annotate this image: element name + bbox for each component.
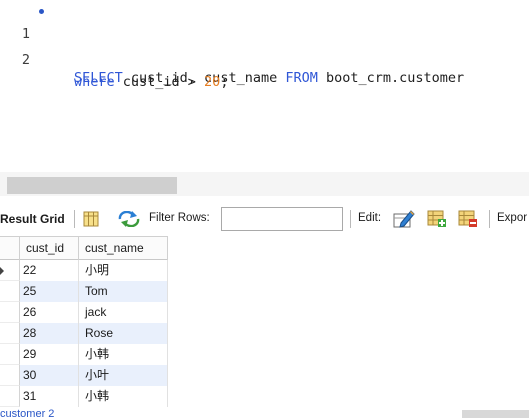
result-tab-control[interactable] xyxy=(462,410,529,418)
row-header-corner xyxy=(0,237,20,260)
row-selector[interactable] xyxy=(0,386,20,407)
cell-cust-id[interactable]: 28 xyxy=(20,323,79,344)
row-selector[interactable] xyxy=(0,302,20,323)
grid-layout-icon[interactable] xyxy=(83,211,99,227)
cell-cust-id[interactable]: 31 xyxy=(20,386,79,407)
cell-cust-id[interactable]: 26 xyxy=(20,302,79,323)
filter-rows-input[interactable] xyxy=(221,207,343,231)
table-row[interactable]: 26 jack xyxy=(0,302,168,323)
result-tab-bar: customer 2 xyxy=(0,409,529,418)
code-line[interactable]: 2 where cust_id > 20; xyxy=(0,27,529,90)
cell-cust-name[interactable]: Tom xyxy=(79,281,168,302)
grid-header: cust_id cust_name xyxy=(0,236,168,260)
column-header-cust-name[interactable]: cust_name xyxy=(79,237,168,260)
line-number: 2 xyxy=(21,52,30,68)
column-header-cust-id[interactable]: cust_id xyxy=(20,237,79,260)
table-row[interactable]: 28 Rose xyxy=(0,323,168,344)
table-row[interactable]: 22 小明 xyxy=(0,260,168,281)
table-row[interactable]: 25 Tom xyxy=(0,281,168,302)
sql-editor[interactable]: 1 SELECT cust_id, cust_name FROM boot_cr… xyxy=(0,0,529,172)
table-row[interactable]: 30 小叶 xyxy=(0,365,168,386)
cell-cust-name[interactable]: Rose xyxy=(79,323,168,344)
cell-cust-id[interactable]: 29 xyxy=(20,344,79,365)
cell-cust-name[interactable]: 小明 xyxy=(79,260,168,281)
toolbar-divider xyxy=(489,210,490,228)
export-label[interactable]: Expor xyxy=(497,212,527,224)
result-toolbar: Result Grid Filter Rows: Edit: Expor xyxy=(0,201,529,236)
toolbar-divider xyxy=(74,210,75,228)
row-selector[interactable] xyxy=(0,344,20,365)
row-selector[interactable] xyxy=(0,281,20,302)
refresh-icon[interactable] xyxy=(117,210,141,228)
toolbar-divider xyxy=(350,210,351,228)
scrollbar-thumb[interactable] xyxy=(7,177,177,194)
table-row[interactable]: 31 小韩 xyxy=(0,386,168,407)
cell-cust-name[interactable]: 小韩 xyxy=(79,386,168,407)
row-selector[interactable] xyxy=(0,323,20,344)
add-row-icon[interactable] xyxy=(427,210,447,228)
table-row[interactable]: 29 小韩 xyxy=(0,344,168,365)
current-row-marker-icon xyxy=(0,267,4,275)
edit-cell-icon[interactable] xyxy=(393,209,415,229)
result-tab-label[interactable]: customer 2 xyxy=(0,409,54,418)
code-line[interactable]: 1 SELECT cust_id, cust_name FROM boot_cr… xyxy=(0,1,529,86)
result-grid-tab[interactable]: Result Grid xyxy=(0,212,65,226)
cell-cust-id[interactable]: 25 xyxy=(20,281,79,302)
delete-row-icon[interactable] xyxy=(458,210,478,228)
cell-cust-id[interactable]: 30 xyxy=(20,365,79,386)
code-text[interactable]: where cust_id > 20; xyxy=(74,71,228,93)
execute-marker-icon[interactable] xyxy=(39,9,44,14)
row-selector[interactable] xyxy=(0,260,20,281)
cell-cust-id[interactable]: 22 xyxy=(20,260,79,281)
cell-cust-name[interactable]: 小叶 xyxy=(79,365,168,386)
cell-cust-name[interactable]: jack xyxy=(79,302,168,323)
cell-cust-name[interactable]: 小韩 xyxy=(79,344,168,365)
filter-rows-label: Filter Rows: xyxy=(149,212,210,224)
edit-label: Edit: xyxy=(358,212,382,224)
result-grid[interactable]: cust_id cust_name 22 小明 25 Tom 26 jack 2… xyxy=(0,236,529,418)
row-selector[interactable] xyxy=(0,365,20,386)
